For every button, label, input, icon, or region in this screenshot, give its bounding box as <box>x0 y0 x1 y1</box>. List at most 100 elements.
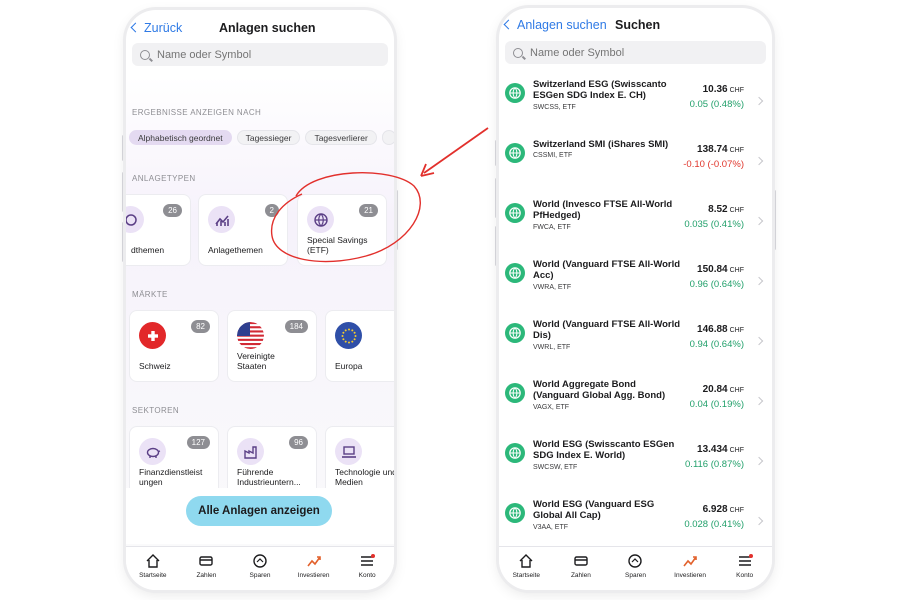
price-currency: CHF <box>729 327 744 334</box>
sort-chips: Alphabetisch geordnet Tagessieger Tagesv… <box>129 130 394 145</box>
etf-list-item[interactable]: World (Vanguard FTSE All-World Acc) VWRA,… <box>499 252 772 312</box>
tile-market-europe[interactable]: Europa <box>325 310 394 382</box>
etf-globe-icon <box>505 383 525 403</box>
count-badge: 96 <box>289 436 308 449</box>
tab-invest[interactable]: Investieren <box>287 547 341 590</box>
tab-label: Konto <box>358 572 376 579</box>
etf-symbol: VWRL, ETF <box>533 344 571 351</box>
tab-account[interactable]: Konto <box>340 547 394 590</box>
price-currency: CHF <box>729 267 744 274</box>
tab-label: Investieren <box>297 572 330 579</box>
tile-type-investment-themes[interactable]: 2 Anlagethemen <box>198 194 288 266</box>
etf-globe-icon <box>505 83 525 103</box>
tile-label: dthemen <box>131 245 165 255</box>
chart-icon <box>208 206 235 233</box>
tile-label: Anlagethemen <box>208 245 263 255</box>
chip-sort-alphabetical[interactable]: Alphabetisch geordnet <box>129 130 232 145</box>
chevron-right-icon <box>754 396 764 406</box>
tab-invest[interactable]: Investieren <box>663 547 718 590</box>
tab-home[interactable]: Startseite <box>126 547 180 590</box>
count-badge: 184 <box>284 320 308 333</box>
phone-side-button <box>495 140 498 166</box>
price-currency: CHF <box>729 207 744 214</box>
tab-savings[interactable]: Sparen <box>608 547 663 590</box>
chip-sort-day-winners[interactable]: Tagessieger <box>236 130 301 145</box>
etf-list-item[interactable]: Switzerland SMI (iShares SMI) CSSMI, ETF 1… <box>499 132 772 192</box>
etf-list-item[interactable]: World (Vanguard FTSE All-World Dis) VWRL,… <box>499 312 772 372</box>
chevron-left-icon <box>503 19 514 30</box>
price-value: 10.36 <box>702 84 728 95</box>
price-value: 146.88 <box>697 324 728 335</box>
chevron-right-icon <box>754 276 764 286</box>
tile-market-switzerland[interactable]: 82 Schweiz <box>129 310 219 382</box>
etf-list-item[interactable]: World Aggregate Bond (Vanguard Global Ag… <box>499 372 772 432</box>
tile-label: Vereinigte Staaten <box>237 351 275 371</box>
tab-payments[interactable]: Zahlen <box>554 547 609 590</box>
etf-price: 138.74 CHF <box>697 144 744 155</box>
chevron-right-icon <box>754 96 764 106</box>
etf-globe-icon <box>505 143 525 163</box>
tile-label: Technologie und Medien <box>335 467 394 487</box>
chip-more[interactable] <box>381 130 394 145</box>
nav-bar: Anlagen suchen Suchen <box>499 8 772 42</box>
count-badge: 127 <box>186 436 210 449</box>
etf-list-item[interactable]: World (Invesco FTSE All-World PfHedged) F… <box>499 192 772 252</box>
annotation-arrow-head <box>420 163 435 177</box>
tab-payments[interactable]: Zahlen <box>180 547 234 590</box>
tab-label: Investieren <box>674 572 706 579</box>
tile-market-usa[interactable]: 184 Vereinigte Staaten <box>227 310 317 382</box>
back-label: Zurück <box>144 21 183 35</box>
invest-icon <box>305 552 323 570</box>
menu-icon <box>358 552 376 570</box>
show-all-investments-button[interactable]: Alle Anlagen anzeigen <box>186 496 332 526</box>
etf-list-item[interactable]: World ESG (Swisscanto ESGen SDG Index E.… <box>499 432 772 492</box>
tile-type-special-savings[interactable]: 21 Special Savings (ETF) <box>297 194 387 266</box>
etf-symbol: SWCSW, ETF <box>533 464 578 471</box>
search-bar[interactable] <box>132 43 388 66</box>
section-types-heading: ANLAGETYPEN <box>132 174 196 183</box>
etf-price: 20.84 CHF <box>703 384 744 395</box>
etf-list-item[interactable]: World ESG (Vanguard ESG Global All Cap) V… <box>499 492 772 552</box>
price-currency: CHF <box>729 87 744 94</box>
tab-label: Zahlen <box>570 572 591 579</box>
us-flag-icon <box>237 322 264 349</box>
chevron-right-icon <box>754 516 764 526</box>
count-badge: 21 <box>359 204 378 217</box>
search-bar[interactable] <box>505 41 766 64</box>
etf-list-item[interactable]: Switzerland ESG (Swisscanto ESGen SDG In… <box>499 72 772 132</box>
phone-side-button <box>495 226 498 266</box>
phone-side-button <box>122 222 125 262</box>
search-input[interactable] <box>157 48 337 61</box>
section-markets-heading: MÄRKTE <box>132 290 168 299</box>
etf-globe-icon <box>505 443 525 463</box>
search-input[interactable] <box>530 46 710 59</box>
etf-change: 0.035 (0.41%) <box>684 219 744 230</box>
back-label: Anlagen suchen <box>517 18 607 32</box>
piggy-bank-icon <box>139 438 166 465</box>
tile-label: Führende Industrieuntern... <box>237 467 301 487</box>
chevron-left-icon <box>130 22 141 33</box>
count-badge: 26 <box>163 204 182 217</box>
tab-savings[interactable]: Sparen <box>233 547 287 590</box>
back-button[interactable]: Anlagen suchen <box>503 18 607 32</box>
tab-home[interactable]: Startseite <box>499 547 554 590</box>
search-content: ERGEBNISSE ANZEIGEN NACH Alphabetisch ge… <box>126 76 394 550</box>
home-icon <box>517 552 535 570</box>
savings-icon <box>626 552 644 570</box>
tile-label: Special Savings (ETF) <box>307 235 368 255</box>
tab-bar: Startseite Zahlen Sparen Investieren Kon… <box>499 546 772 590</box>
tab-bar: Startseite Zahlen Sparen Investieren Kon… <box>126 546 394 590</box>
count-badge: 2 <box>264 204 279 217</box>
tab-account[interactable]: Konto <box>717 547 772 590</box>
etf-price: 10.36 CHF <box>703 84 744 95</box>
search-icon <box>140 49 150 60</box>
chip-sort-day-losers[interactable]: Tagesverlierer <box>305 130 377 145</box>
etf-name: World Aggregate Bond (Vanguard Global Ag… <box>533 379 666 401</box>
etf-name: World (Vanguard FTSE All-World Dis) <box>533 319 681 341</box>
etf-name: Switzerland ESG (Swisscanto ESGen SDG In… <box>533 79 667 101</box>
tile-type-themes[interactable]: 26 dthemen <box>126 194 191 266</box>
etf-change: -0.10 (-0.07%) <box>683 159 744 170</box>
etf-name: World ESG (Vanguard ESG Global All Cap) <box>533 499 655 521</box>
back-button[interactable]: Zurück <box>130 21 183 35</box>
etf-globe-icon <box>505 323 525 343</box>
